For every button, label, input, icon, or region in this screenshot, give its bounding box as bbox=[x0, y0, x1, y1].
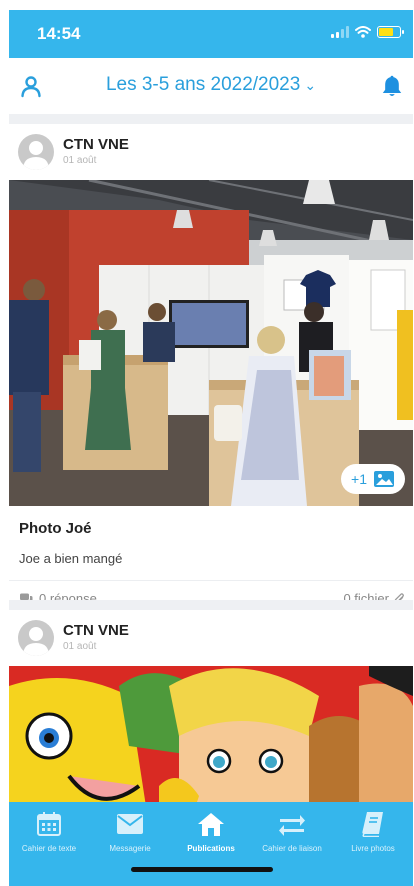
home-icon bbox=[198, 813, 224, 836]
more-photos-badge[interactable]: +1 bbox=[341, 464, 405, 494]
bell-icon[interactable] bbox=[379, 73, 405, 99]
status-icons bbox=[331, 26, 404, 38]
avatar bbox=[18, 620, 54, 656]
exhibition-photo bbox=[9, 180, 413, 506]
wifi-icon bbox=[355, 26, 371, 38]
envelope-icon bbox=[117, 814, 143, 834]
home-indicator bbox=[131, 867, 273, 872]
status-bar: 14:54 bbox=[9, 10, 413, 58]
post-body: Photo Joé Joe a bien mangé bbox=[9, 506, 413, 566]
app-header: Les 3-5 ans 2022/2023 ⌄ bbox=[9, 58, 413, 114]
bottom-tab-bar: Cahier de texte Messagerie Publications bbox=[9, 802, 413, 886]
book-icon bbox=[362, 812, 383, 837]
class-title: Les 3-5 ans 2022/2023 bbox=[105, 74, 301, 95]
post-photo[interactable]: +1 bbox=[9, 180, 413, 506]
tab-cahier-de-texte[interactable]: Cahier de texte bbox=[9, 810, 89, 853]
post-header: CTN VNE 01 août bbox=[9, 610, 413, 666]
user-silhouette-icon bbox=[23, 627, 49, 656]
swap-arrows-icon bbox=[279, 815, 305, 836]
tab-label: Cahier de texte bbox=[21, 844, 77, 853]
tab-messagerie[interactable]: Messagerie bbox=[90, 810, 170, 853]
tab-publications[interactable]: Publications bbox=[171, 810, 251, 853]
battery-icon bbox=[377, 26, 404, 38]
image-icon bbox=[374, 471, 394, 487]
avatar bbox=[18, 134, 54, 170]
tab-label: Publications bbox=[187, 844, 235, 853]
post-text: Joe a bien mangé bbox=[19, 551, 123, 566]
chevron-down-icon: ⌄ bbox=[304, 77, 317, 93]
post-author: CTN VNE bbox=[63, 136, 129, 153]
post-date: 01 août bbox=[63, 155, 97, 166]
more-photos-count: +1 bbox=[351, 471, 367, 487]
tab-label: Messagerie bbox=[109, 844, 151, 853]
post-card[interactable]: CTN VNE 01 août bbox=[9, 124, 413, 612]
user-silhouette-icon bbox=[23, 141, 49, 170]
class-selector[interactable]: Les 3-5 ans 2022/2023 ⌄ bbox=[9, 74, 413, 96]
post-header: CTN VNE 01 août bbox=[9, 124, 413, 180]
signal-icon bbox=[331, 26, 349, 38]
tab-livre-photos[interactable]: Livre photos bbox=[333, 810, 413, 853]
section-separator bbox=[9, 114, 413, 124]
tab-cahier-de-liaison[interactable]: Cahier de liaison bbox=[252, 810, 332, 853]
app-screen: 14:54 Les 3-5 ans 2022/2023 ⌄ CTN VNE 01… bbox=[9, 10, 413, 886]
tab-label: Cahier de liaison bbox=[262, 844, 322, 853]
tab-label: Livre photos bbox=[351, 844, 395, 853]
post-author: CTN VNE bbox=[63, 622, 129, 639]
calendar-icon bbox=[37, 812, 61, 836]
post-title: Photo Joé bbox=[19, 520, 92, 537]
post-card[interactable]: CTN VNE 01 août bbox=[9, 610, 413, 826]
post-date: 01 août bbox=[63, 641, 97, 652]
section-separator bbox=[9, 600, 413, 610]
status-time: 14:54 bbox=[37, 24, 81, 43]
